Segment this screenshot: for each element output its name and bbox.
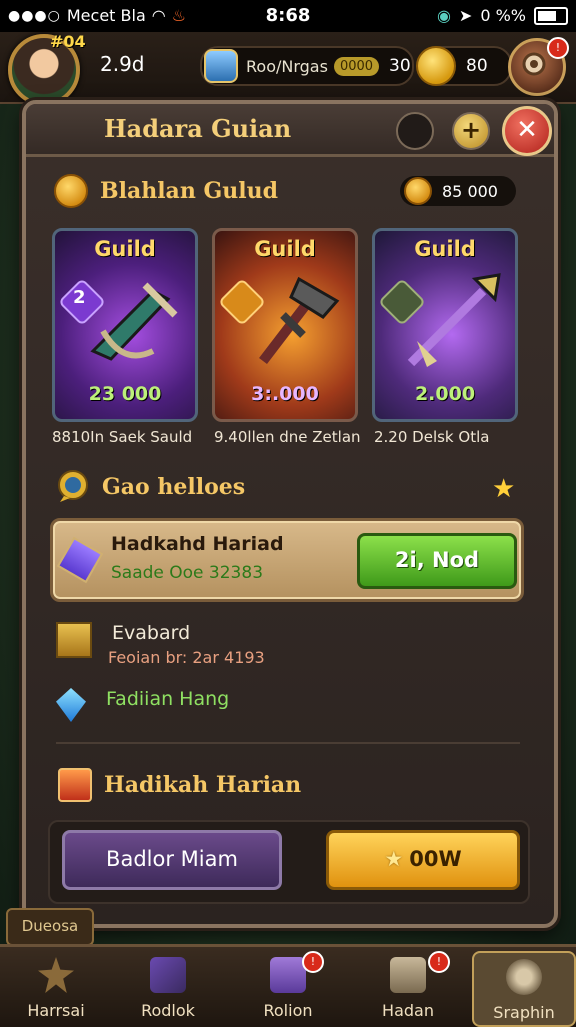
star-icon <box>38 957 74 993</box>
coin-icon <box>404 177 432 205</box>
globe-icon: ◉ <box>436 6 451 25</box>
card-title: Guild <box>94 237 156 261</box>
info-button[interactable] <box>396 112 434 150</box>
section-title: Gao helloes <box>102 474 246 500</box>
crystal-icon <box>56 536 104 584</box>
card-title: Guild <box>254 237 316 261</box>
settings-icon <box>506 959 542 995</box>
chat-icon <box>58 470 88 502</box>
status-left: ●●●○ Mecet Bla ◠ ♨ <box>8 6 186 25</box>
section-daily-header: Hadikah Harian <box>58 768 301 802</box>
star-icon[interactable]: ★ <box>492 474 515 504</box>
item-title: Fadiian Hang <box>106 688 230 710</box>
nav-item-rodlok[interactable]: Rodlok <box>118 951 218 1023</box>
resource-chip: 0000 <box>333 56 380 76</box>
close-button[interactable]: ✕ <box>502 106 552 156</box>
nav-label: Harrsai <box>27 1001 85 1020</box>
nav-badge: ! <box>302 951 324 973</box>
guild-modal: Hadara Guian + ✕ Blahlan Gulud 85 000 Gu… <box>22 100 558 928</box>
reward-title: Hadkahd Hariad <box>111 533 284 555</box>
primary-button-label: 00W <box>409 847 462 871</box>
nav-item-rolion[interactable]: ! Rolion <box>238 951 338 1023</box>
card-caption: 2.20 Delsk Otla <box>374 428 490 446</box>
modal-header: Hadara Guian + ✕ <box>26 104 554 157</box>
map-icon <box>390 957 426 993</box>
resource-pill[interactable]: Roo/Nrgas 0000 30 <box>200 46 414 86</box>
nav-label: Rodlok <box>141 1001 195 1020</box>
sword-icon <box>90 282 178 361</box>
guild-card-3[interactable]: Guild 2.000 <box>372 228 518 422</box>
shield-icon <box>204 49 238 83</box>
item-title: Evabard <box>112 622 191 644</box>
nav-label: Rolion <box>263 1001 313 1020</box>
settings-badge: ! <box>547 37 569 59</box>
add-button[interactable]: + <box>452 112 490 150</box>
flame-icon: ♨ <box>171 6 187 25</box>
resource-value: 30 <box>389 56 411 76</box>
nav-item-sraphin[interactable]: Sraphin <box>472 951 576 1027</box>
gem-pill[interactable]: 80 <box>416 46 512 86</box>
book-icon <box>270 957 306 993</box>
nav-badge: ! <box>428 951 450 973</box>
nav-item-harrsai[interactable]: Harrsai <box>6 951 106 1023</box>
guild-card-1[interactable]: Guild 2 23 000 <box>52 228 198 422</box>
player-level: #04 <box>50 32 86 51</box>
item-subtitle: Feoian br: 2ar 4193 <box>108 648 265 667</box>
list-item[interactable]: Fadiian Hang <box>56 688 229 722</box>
sword-icon <box>150 957 186 993</box>
card-caption: 9.40llen dne Zetlan <box>214 428 361 446</box>
modal-title: Hadara Guian <box>104 114 292 143</box>
status-right: ◉ ➤ 0 %% <box>437 6 568 25</box>
carrier-label: Mecet Bla <box>66 6 146 25</box>
balance-value: 85 000 <box>442 181 498 201</box>
card-caption: 8810In Saek Sauld <box>52 428 193 446</box>
guild-card-2[interactable]: Guild 3:.000 <box>212 228 358 422</box>
card-value: 23 000 <box>88 383 162 405</box>
resource-bar: #04 2.9d Roo/Nrgas 0000 30 80 ! <box>0 32 576 106</box>
gold-amount: 2.9d <box>100 52 145 76</box>
bottom-nav: Harrsai Rodlok ! Rolion ! Hadan Sraphin <box>0 944 576 1027</box>
nav-label: Sraphin <box>493 1003 555 1022</box>
gem-value: 80 <box>466 56 488 76</box>
nav-item-hadan[interactable]: ! Hadan <box>358 951 458 1023</box>
coin-icon <box>54 174 88 208</box>
reward-row: Hadkahd Hariad Saade Ooe 32383 2i, Nod <box>50 518 524 602</box>
signal-dots-icon: ●●●○ <box>8 7 61 24</box>
primary-button[interactable]: ★ 00W <box>326 830 520 890</box>
nav-label: Hadan <box>382 1001 434 1020</box>
side-tag[interactable]: Dueosa <box>6 908 94 946</box>
wifi-icon: ◠ <box>151 6 166 25</box>
secondary-button[interactable]: Badlor Miam <box>62 830 282 890</box>
indicator-text: 0 %% <box>480 6 526 25</box>
section-rewards-header: Gao helloes <box>56 470 245 504</box>
axe-icon <box>259 276 340 365</box>
spear-icon <box>407 273 501 367</box>
crate-icon <box>56 622 92 658</box>
section-guild-header: Blahlan Gulud <box>54 174 278 208</box>
card-value: 2.000 <box>414 383 476 405</box>
claim-button[interactable]: 2i, Nod <box>357 533 517 589</box>
section-title: Blahlan Gulud <box>100 178 278 204</box>
reward-subtitle: Saade Ooe 32383 <box>111 563 264 583</box>
gem-icon <box>416 46 456 86</box>
card-value: 3:.000 <box>251 383 319 405</box>
settings-button[interactable]: ! <box>508 37 569 96</box>
resource-label: Roo/Nrgas <box>246 56 328 76</box>
coin-balance: 85 000 <box>400 176 516 206</box>
star-icon: ★ <box>384 847 404 871</box>
battery-icon <box>534 6 568 25</box>
location-icon: ➤ <box>458 6 473 25</box>
crystal-icon <box>56 688 86 722</box>
cube-icon <box>58 768 92 802</box>
card-title: Guild <box>414 237 476 261</box>
divider <box>56 742 520 744</box>
status-bar: ●●●○ Mecet Bla ◠ ♨ 8:68 ◉ ➤ 0 %% <box>0 0 576 32</box>
section-title: Hadikah Harian <box>104 772 302 798</box>
list-item[interactable]: Evabard Feoian br: 2ar 4193 <box>56 622 265 667</box>
